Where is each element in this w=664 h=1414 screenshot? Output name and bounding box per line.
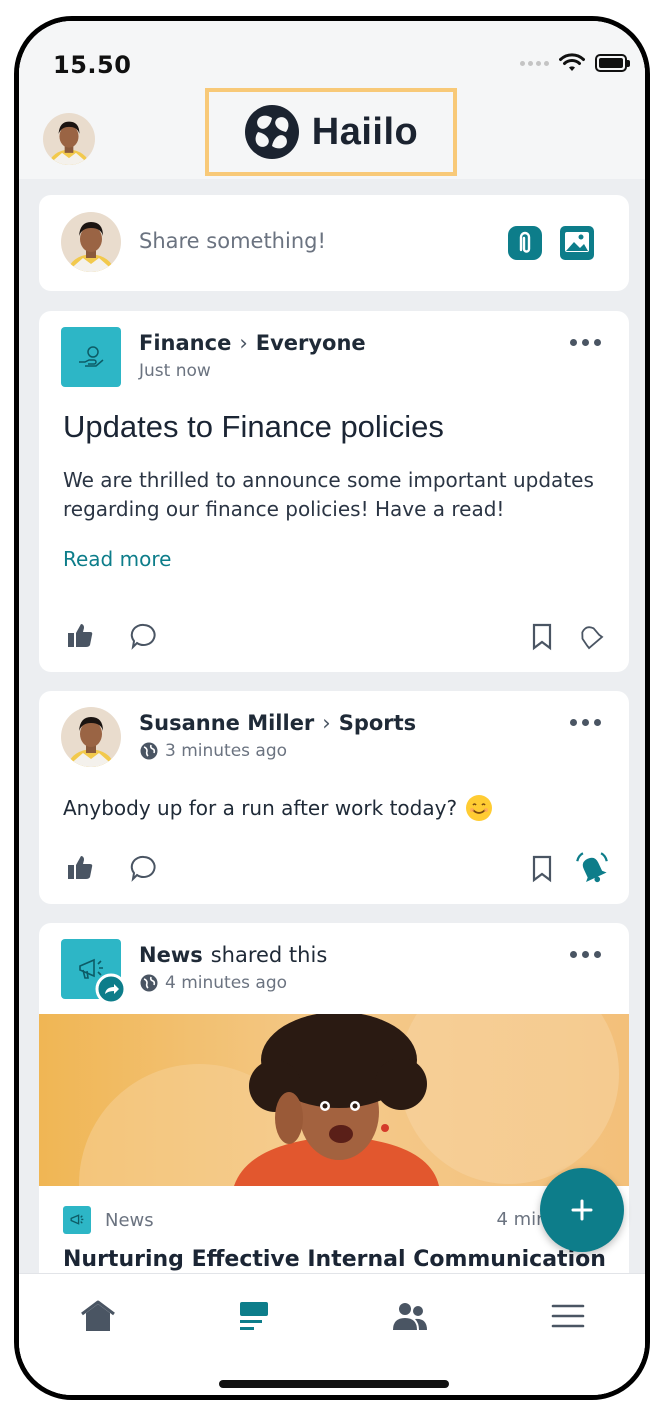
plus-icon <box>571 1199 593 1221</box>
composer-input[interactable]: Share something! <box>139 229 326 253</box>
post-title[interactable]: Updates to Finance policies <box>63 409 444 445</box>
article-title[interactable]: Nurturing Effective Internal Communicati… <box>63 1247 606 1272</box>
post-target[interactable]: Sports <box>339 711 416 735</box>
smile-emoji-icon <box>466 795 493 821</box>
tab-menu[interactable] <box>545 1296 591 1336</box>
post-author[interactable]: Finance <box>139 331 231 355</box>
home-icon <box>81 1300 115 1331</box>
more-icon[interactable] <box>570 951 601 958</box>
finance-channel-icon <box>61 327 121 387</box>
image-icon[interactable] <box>557 223 597 263</box>
post-body: Anybody up for a run after work today? <box>63 796 458 820</box>
like-icon[interactable] <box>65 853 95 883</box>
post-card: News shared this 4 minutes ago News 4 mi… <box>39 923 629 1323</box>
feed-icon <box>240 1302 268 1330</box>
post-time-row: 3 minutes ago <box>139 741 287 761</box>
article-source-row: News <box>63 1206 154 1234</box>
post-body: We are thrilled to announce some importa… <box>63 468 594 521</box>
author-avatar[interactable] <box>61 707 121 767</box>
status-time: 15.50 <box>53 51 132 79</box>
haiilo-logo-icon <box>244 105 299 159</box>
chevron-right-icon: › <box>322 711 331 735</box>
status-icons <box>520 53 630 73</box>
share-badge-icon <box>95 973 127 1005</box>
post-time: Just now <box>139 361 211 381</box>
post-author-line: Finance › Everyone <box>139 331 366 355</box>
post-time: 4 minutes ago <box>165 973 288 993</box>
post-author[interactable]: News <box>139 943 203 967</box>
bell-active-icon[interactable] <box>575 851 609 885</box>
comment-icon[interactable] <box>129 621 159 651</box>
attachment-icon[interactable] <box>505 223 545 263</box>
composer-avatar <box>61 212 121 272</box>
home-indicator <box>219 1380 449 1388</box>
profile-avatar[interactable] <box>43 113 95 165</box>
people-icon <box>393 1303 427 1330</box>
post-card: Finance › Everyone Just now Updates to F… <box>39 311 629 672</box>
brand-name: Haiilo <box>311 110 419 153</box>
battery-icon <box>595 54 630 72</box>
bookmark-icon[interactable] <box>527 621 557 651</box>
more-icon[interactable] <box>570 339 601 346</box>
comment-icon[interactable] <box>129 853 159 883</box>
post-target[interactable]: Everyone <box>256 331 366 355</box>
bottom-tab-bar <box>19 1273 645 1395</box>
post-author[interactable]: Susanne Miller <box>139 711 314 735</box>
menu-icon <box>551 1304 585 1328</box>
post-time: 3 minutes ago <box>165 741 288 761</box>
globe-icon <box>140 974 158 992</box>
tab-home[interactable] <box>75 1296 121 1336</box>
post-author-line: News shared this <box>139 943 327 967</box>
signal-icon <box>520 60 549 66</box>
wifi-icon <box>559 53 585 71</box>
create-post-button[interactable] <box>540 1168 624 1252</box>
post-author-line: Susanne Miller › Sports <box>139 711 416 735</box>
post-body-row: Anybody up for a run after work today? <box>63 794 493 822</box>
post-card: Susanne Miller › Sports 3 minutes ago An… <box>39 691 629 904</box>
bookmark-icon[interactable] <box>527 853 557 883</box>
news-badge-icon <box>63 1206 91 1234</box>
globe-icon <box>140 742 158 760</box>
phone-frame: 15.50 Haiilo Share something! Finance › … <box>14 16 650 1400</box>
tab-feed[interactable] <box>231 1296 277 1336</box>
bell-icon[interactable] <box>575 621 605 651</box>
read-more-link[interactable]: Read more <box>63 547 171 571</box>
top-header: 15.50 Haiilo <box>19 21 645 179</box>
chevron-right-icon: › <box>239 331 248 355</box>
article-image[interactable] <box>39 1014 629 1186</box>
brand-logo: Haiilo <box>205 88 457 176</box>
more-icon[interactable] <box>570 719 601 726</box>
shared-label: shared this <box>210 943 328 967</box>
post-time-row: 4 minutes ago <box>139 973 287 993</box>
app-screen: 15.50 Haiilo Share something! Finance › … <box>19 21 645 1395</box>
composer-card: Share something! <box>39 195 629 291</box>
tab-people[interactable] <box>387 1296 433 1336</box>
article-source[interactable]: News <box>105 1210 154 1231</box>
like-icon[interactable] <box>65 621 95 651</box>
